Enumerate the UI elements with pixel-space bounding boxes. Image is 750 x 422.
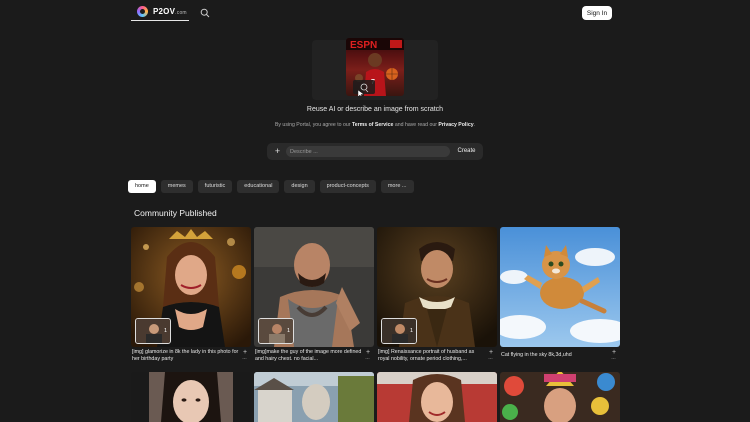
logo-icon: [137, 6, 148, 17]
card-caption-3[interactable]: [img] Renaissance portrait of husband as…: [378, 349, 486, 363]
search-icon[interactable]: [200, 8, 210, 18]
tag-more[interactable]: more ...: [380, 180, 414, 193]
logo[interactable]: P2OV.com: [137, 6, 187, 17]
section-title: Community Published: [134, 208, 217, 218]
add-image-button[interactable]: +: [272, 146, 283, 157]
top-bar: P2OV.com Sign In: [0, 0, 750, 26]
terms-suffix: .: [473, 122, 476, 128]
community-card-2[interactable]: 1: [254, 227, 374, 347]
tag-futuristic[interactable]: futuristic: [197, 180, 233, 193]
logo-text: P2OV: [153, 7, 176, 16]
community-card-1[interactable]: 1: [131, 227, 251, 347]
basketball-player-image: ESPN 7: [346, 38, 404, 96]
community-card-8[interactable]: [500, 372, 620, 422]
card-1-more-icon[interactable]: ···: [242, 356, 247, 362]
community-card-6[interactable]: [254, 372, 374, 422]
card-2-add-icon[interactable]: +: [366, 349, 370, 356]
card-3-add-icon[interactable]: +: [489, 349, 493, 356]
describe-input[interactable]: [286, 146, 450, 157]
card-caption-4[interactable]: Cat flying in the sky 8k,3d,uhd: [501, 352, 609, 359]
card-image: [131, 372, 251, 422]
source-count: 1: [410, 328, 414, 334]
card-caption-2[interactable]: [img]make the guy of the image more defi…: [255, 349, 363, 363]
terms-middle: and have read our: [394, 122, 437, 128]
card-3-more-icon[interactable]: ···: [488, 356, 493, 362]
tag-educational[interactable]: educational: [237, 180, 280, 193]
terms-notice: By using Portal, you agree to our Terms …: [0, 122, 750, 128]
hero-image[interactable]: ESPN 7: [346, 38, 404, 96]
logo-suffix: .com: [175, 10, 187, 16]
card-image: [500, 372, 620, 422]
category-tags: home memes futuristic educational design…: [128, 180, 414, 193]
card-image: [254, 372, 374, 422]
active-nav-underline: [131, 20, 189, 21]
hero-caption: Reuse AI or describe an image from scrat…: [306, 106, 444, 113]
privacy-policy-link[interactable]: Privacy Policy: [438, 122, 473, 128]
sign-in-button[interactable]: Sign In: [582, 6, 612, 20]
card-caption-1[interactable]: [img] glamorize in 8k the lady in this p…: [132, 349, 240, 363]
terms-prefix: By using Portal, you agree to our: [274, 122, 351, 128]
card-image: [500, 227, 620, 347]
card-1-add-icon[interactable]: +: [243, 349, 247, 356]
card-image: [377, 372, 497, 422]
community-card-7[interactable]: [377, 372, 497, 422]
tag-home[interactable]: home: [128, 180, 156, 193]
cursor-pointer-icon: [358, 90, 365, 96]
card-4-add-icon[interactable]: +: [612, 349, 616, 356]
card-4-more-icon[interactable]: ···: [611, 356, 616, 362]
community-card-5[interactable]: [131, 372, 251, 422]
terms-of-service-link[interactable]: Terms of Service: [352, 122, 393, 128]
community-card-3[interactable]: 1: [377, 227, 497, 347]
svg-text:ESPN: ESPN: [350, 40, 377, 51]
prompt-bar: + Create: [267, 143, 483, 160]
card-2-more-icon[interactable]: ···: [365, 356, 370, 362]
community-card-4[interactable]: [500, 227, 620, 347]
create-button[interactable]: Create: [454, 146, 479, 157]
tag-product-concepts[interactable]: product-concepts: [319, 180, 376, 193]
source-count: 1: [287, 328, 291, 334]
tag-design[interactable]: design: [284, 180, 315, 193]
tag-memes[interactable]: memes: [160, 180, 193, 193]
source-count: 1: [164, 328, 168, 334]
